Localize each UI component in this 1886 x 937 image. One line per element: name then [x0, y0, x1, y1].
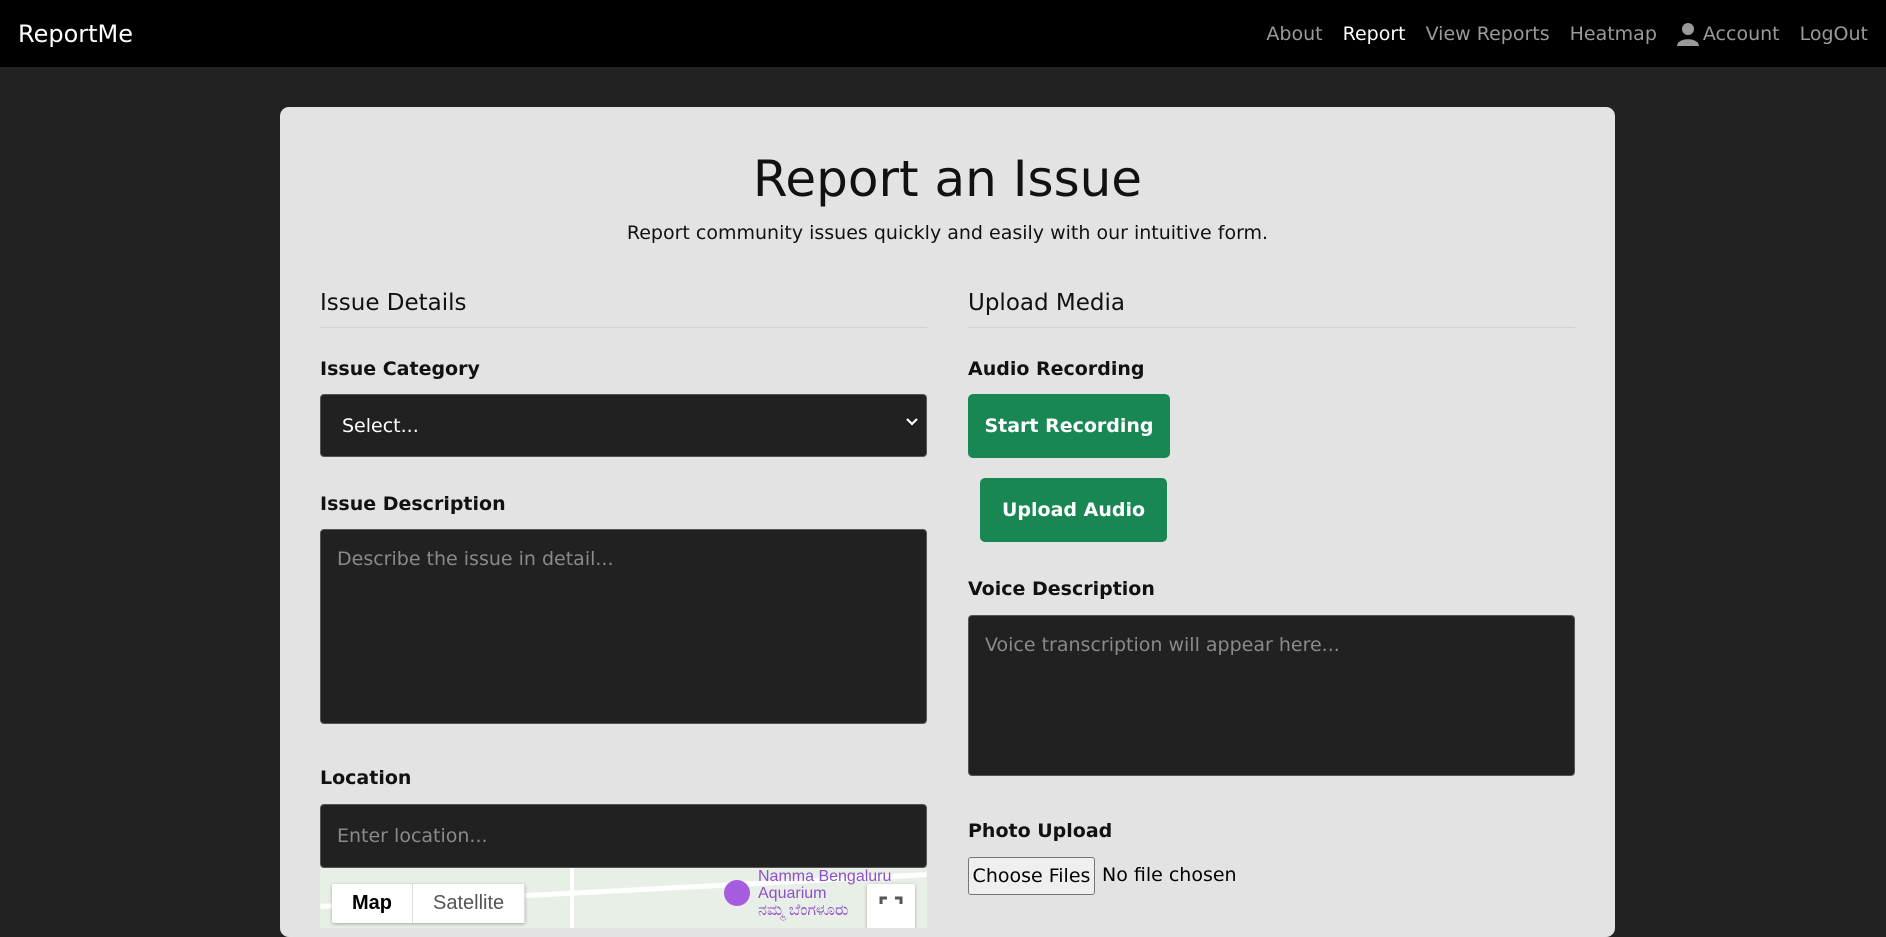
- upload-media-divider: [968, 327, 1575, 328]
- issue-category-label: Issue Category: [320, 358, 480, 380]
- issue-description-label: Issue Description: [320, 493, 506, 515]
- fullscreen-icon: [879, 896, 903, 904]
- nav-link-view-reports[interactable]: View Reports: [1426, 23, 1550, 45]
- map-tab-satellite[interactable]: Satellite: [413, 884, 526, 923]
- navbar: ReportMe About Report View Reports Heatm…: [0, 0, 1886, 67]
- audio-recording-label: Audio Recording: [968, 358, 1145, 380]
- aquarium-poi-icon[interactable]: [724, 880, 750, 906]
- location-input[interactable]: [320, 804, 927, 868]
- location-label: Location: [320, 767, 412, 789]
- location-map[interactable]: Namma Bengaluru Aquarium ನಮ್ಮ ಬೆಂಗಳೂರು M…: [320, 868, 927, 928]
- start-recording-button[interactable]: Start Recording: [968, 394, 1170, 458]
- map-tab-map[interactable]: Map: [332, 884, 413, 923]
- chevron-down-icon: [906, 418, 918, 426]
- fullscreen-button[interactable]: [867, 884, 915, 928]
- upload-media-heading: Upload Media: [968, 290, 1125, 316]
- page-title: Report an Issue: [752, 150, 1143, 208]
- nav-link-heatmap[interactable]: Heatmap: [1570, 23, 1657, 45]
- page-subtitle: Report community issues quickly and easi…: [626, 222, 1269, 244]
- issue-description-textarea[interactable]: [320, 529, 927, 724]
- map-road: [570, 868, 574, 928]
- nav-link-report[interactable]: Report: [1343, 23, 1406, 45]
- nav-link-logout[interactable]: LogOut: [1800, 23, 1868, 45]
- issue-category-value: Select...: [342, 414, 419, 437]
- page-title-wrap: Report an Issue: [280, 145, 1615, 213]
- nav-link-account[interactable]: Account: [1676, 22, 1780, 46]
- choose-files-button[interactable]: Choose Files: [968, 857, 1095, 895]
- photo-upload-label: Photo Upload: [968, 820, 1113, 842]
- nav-link-account-label: Account: [1702, 22, 1780, 45]
- nav-links: About Report View Reports Heatmap Accoun…: [1246, 22, 1868, 46]
- nav-link-about[interactable]: About: [1266, 23, 1322, 45]
- map-type-tabs: Map Satellite: [332, 884, 526, 923]
- voice-description-label: Voice Description: [968, 578, 1155, 600]
- brand-logo[interactable]: ReportMe: [18, 20, 133, 48]
- issue-category-select[interactable]: Select...: [320, 394, 927, 457]
- issue-details-heading: Issue Details: [320, 290, 467, 316]
- issue-details-divider: [320, 327, 927, 328]
- user-icon: [1676, 22, 1699, 46]
- upload-audio-button[interactable]: Upload Audio: [980, 478, 1167, 542]
- file-status-text: No file chosen: [1102, 864, 1237, 886]
- voice-description-textarea[interactable]: [968, 615, 1575, 776]
